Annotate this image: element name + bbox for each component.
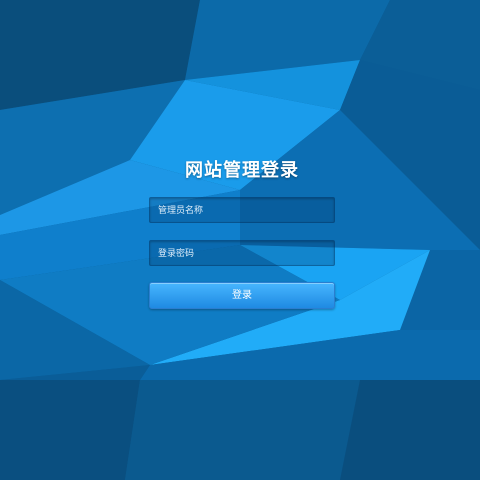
login-page: 网站管理登录 登录 bbox=[0, 0, 480, 480]
login-button[interactable]: 登录 bbox=[149, 282, 335, 309]
username-input[interactable] bbox=[150, 199, 334, 223]
username-field[interactable] bbox=[149, 197, 335, 223]
page-title: 网站管理登录 bbox=[185, 160, 299, 181]
password-input[interactable] bbox=[150, 242, 334, 266]
password-field[interactable] bbox=[149, 240, 335, 266]
